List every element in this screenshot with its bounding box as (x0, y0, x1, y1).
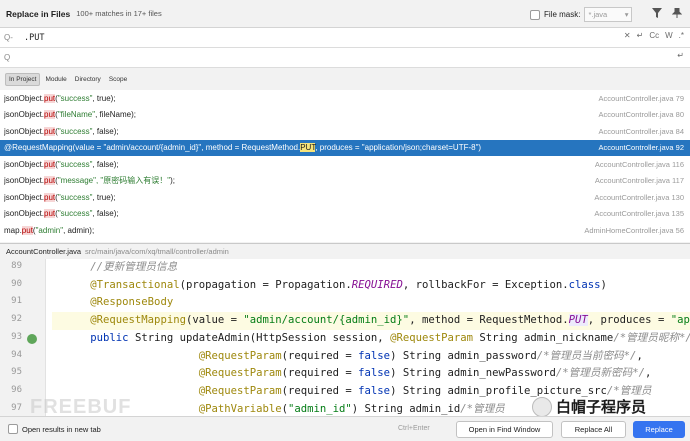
tab-in-project[interactable]: In Project (5, 72, 41, 86)
code-line: @RequestParam(required = false) String a… (198, 367, 652, 380)
file-mask-checkbox[interactable] (530, 9, 540, 20)
result-row[interactable]: map.put("admin", admin); AdminHomeContro… (0, 222, 690, 239)
chevron-down-icon: ▾ (624, 10, 629, 19)
replace-button[interactable]: Replace (633, 421, 685, 438)
line-number: 90 (11, 278, 22, 289)
result-file: AccountController.java 80 (598, 110, 684, 120)
pin-icon[interactable] (670, 6, 684, 20)
replace-all-button[interactable]: Replace All (561, 421, 626, 438)
match-count: 100+ matches in 17+ files (76, 9, 162, 18)
line-gutter: 89 90 91 92 93 94 95 96 97 (0, 259, 46, 416)
file-mask-value: *.java (588, 10, 608, 19)
result-row[interactable]: jsonObject.put("fileName", fileName); Ac… (0, 107, 690, 124)
result-row[interactable]: jsonObject.put("success", false); Accoun… (0, 123, 690, 140)
line-number: 92 (11, 314, 22, 325)
wechat-watermark: 白帽子程序员 (532, 396, 646, 417)
preview-header: AccountController.java src/main/java/com… (0, 243, 690, 259)
match-case-toggle[interactable]: Cc (649, 31, 659, 40)
filter-icon[interactable] (650, 6, 664, 20)
line-number: 94 (11, 349, 22, 360)
wechat-logo-icon (532, 396, 552, 417)
dialog-titlebar: Replace in Files 100+ matches in 17+ fil… (0, 0, 690, 28)
newline-icon[interactable]: ↵ (637, 31, 644, 40)
result-file: AdminHomeController.java 56 (584, 225, 684, 235)
open-new-tab-label: Open results in new tab (22, 424, 101, 434)
tab-scope[interactable]: Scope (106, 74, 130, 85)
regex-toggle[interactable]: .* (679, 31, 684, 40)
code-preview[interactable]: 89 90 91 92 93 94 95 96 97 //更新管理员信息 @Tr… (0, 259, 690, 416)
dialog-title: Replace in Files (6, 8, 71, 19)
result-row[interactable]: jsonObject.put("success", true); Account… (0, 90, 690, 107)
preview-file-path: src/main/java/com/xq/tmall/controller/ad… (85, 247, 229, 256)
open-new-tab-checkbox[interactable] (8, 424, 18, 434)
results-list: jsonObject.put("success", true); Account… (0, 90, 690, 242)
result-row[interactable]: jsonObject.put("success", false); Accoun… (0, 206, 690, 223)
code-line-current: @RequestMapping(value = "admin/account/{… (52, 312, 690, 330)
spring-bean-icon[interactable] (27, 334, 37, 344)
replace-row: Q ↵ (0, 48, 690, 68)
result-file: AccountController.java 92 (598, 143, 684, 153)
line-number: 95 (11, 367, 22, 378)
tab-module[interactable]: Module (42, 74, 69, 85)
search-icon[interactable]: Q (4, 53, 18, 62)
code-line: @ResponseBody (90, 296, 174, 309)
wechat-watermark-text: 白帽子程序员 (556, 399, 647, 416)
result-file: AccountController.java 116 (594, 159, 684, 169)
code-line: //更新管理员信息 (90, 261, 178, 273)
result-file: AccountController.java 79 (598, 93, 684, 103)
preview-file-name: AccountController.java (6, 247, 82, 256)
file-mask-group: File mask: *.java ▾ (530, 7, 633, 22)
search-icon[interactable]: Q- (4, 33, 18, 42)
result-file: AccountController.java 135 (594, 209, 684, 219)
result-file: AccountController.java 130 (594, 192, 684, 202)
replace-options: ↵ (677, 51, 684, 60)
find-input[interactable]: .PUT (24, 33, 44, 43)
code-line: public String updateAdmin(HttpSession se… (90, 331, 690, 344)
code-line: @Transactional(propagation = Propagation… (90, 278, 607, 291)
find-row: Q- .PUT ✕ ↵ Cc W .* (0, 28, 690, 48)
line-number: 96 (11, 384, 22, 395)
result-row[interactable]: jsonObject.put("success", false); Accoun… (0, 156, 690, 173)
clear-icon[interactable]: ✕ (624, 31, 631, 40)
tab-directory[interactable]: Directory (72, 74, 104, 85)
bottom-bar: Open results in new tab Ctrl+Enter Open … (0, 416, 690, 441)
code-line: @RequestParam(required = false) String a… (198, 349, 643, 362)
line-number: 89 (11, 261, 22, 271)
line-number: 91 (11, 296, 22, 307)
whole-word-toggle[interactable]: W (665, 31, 673, 40)
newline-icon[interactable]: ↵ (677, 51, 684, 60)
scope-tabs: In Project Module Directory Scope (0, 68, 690, 90)
find-options: ✕ ↵ Cc W .* (624, 31, 684, 40)
result-row[interactable]: jsonObject.put("success", true); Account… (0, 189, 690, 206)
file-mask-label: File mask: (544, 10, 581, 19)
file-mask-select[interactable]: *.java ▾ (584, 7, 633, 22)
result-row[interactable]: jsonObject.put("message", "原密码输入有误！"); A… (0, 173, 690, 190)
open-in-find-window-button[interactable]: Open in Find Window (456, 421, 553, 438)
result-file: AccountController.java 84 (598, 126, 684, 136)
line-number: 93 (11, 331, 22, 342)
result-file: AccountController.java 117 (594, 176, 684, 186)
result-row-selected[interactable]: @RequestMapping(value = "admin/account/{… (0, 139, 690, 156)
shortcut-hint: Ctrl+Enter (398, 425, 430, 432)
line-number: 97 (11, 402, 22, 413)
open-new-tab-group: Open results in new tab (8, 424, 101, 434)
